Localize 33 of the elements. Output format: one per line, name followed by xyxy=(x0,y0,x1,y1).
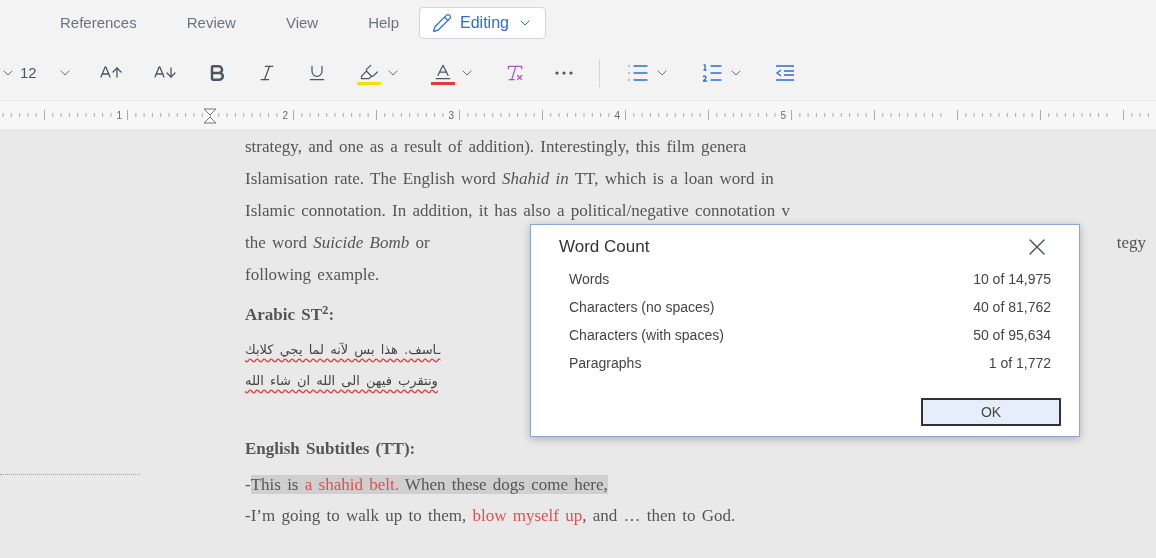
indent-marker-icon xyxy=(203,108,217,124)
arabic-text-line: ونتقرب فيهن الى الله ان شاء الله xyxy=(245,371,438,390)
menu-tab[interactable]: References xyxy=(60,11,137,35)
font-size-dropdown[interactable]: 12 xyxy=(20,61,73,85)
statistic-value: 50 of 95,634 xyxy=(973,326,1051,345)
section-heading: English Subtitles (TT): xyxy=(245,438,416,460)
menu-tab[interactable]: View xyxy=(285,11,319,35)
statistic-label: Characters (no spaces) xyxy=(569,298,715,317)
ruler-scale-drawing: 1 2 3 4 5 xyxy=(0,107,1156,123)
pencil-icon xyxy=(432,13,452,33)
subtitle-line: -This is a shahid belt. When these dogs come here, xyxy=(245,474,608,496)
editing-mode-button[interactable]: Editing xyxy=(419,7,546,39)
statistic-label: Words xyxy=(569,270,610,289)
paragraph-line: the word Suicide Bomb or xyxy=(245,232,430,254)
statistic-label: Paragraphs xyxy=(569,354,642,373)
menu-tab[interactable]: Review xyxy=(186,11,236,35)
statistic-value: 40 of 81,762 xyxy=(973,298,1051,317)
paragraph-line: Islamisation rate. The English word Shahid in TT, which is a loan word in xyxy=(245,168,774,190)
section-heading: Arabic ST$^{2}$: xyxy=(245,301,335,326)
menu-tab[interactable]: Help xyxy=(368,11,399,35)
ok-button[interactable]: OK xyxy=(921,398,1061,426)
paragraph-line: strategy, and one as a result of addition). Interestingly, this film genera xyxy=(245,136,747,158)
statistic-label: Characters (with spaces) xyxy=(569,326,724,345)
paragraph-line: Islamic connotation. In addition, it has also a political/negative connotation v xyxy=(245,200,790,222)
subtitle-line: -I’m going to walk up to them, blow myself up, and … then to God. xyxy=(245,505,736,527)
decrease-indent-icon xyxy=(773,62,796,84)
statistic-value: 10 of 14,975 xyxy=(973,270,1051,289)
paragraph-line: tegy xyxy=(1116,232,1146,254)
statistic-value: 1 of 1,772 xyxy=(988,354,1051,373)
more-icon xyxy=(554,71,573,75)
dialog-title: Word Count xyxy=(559,236,650,259)
paragraph-line: following example. xyxy=(245,264,380,286)
arabic-text-line: ـاسف. هذا بس لآنه لما يجي كلابك xyxy=(245,340,441,359)
